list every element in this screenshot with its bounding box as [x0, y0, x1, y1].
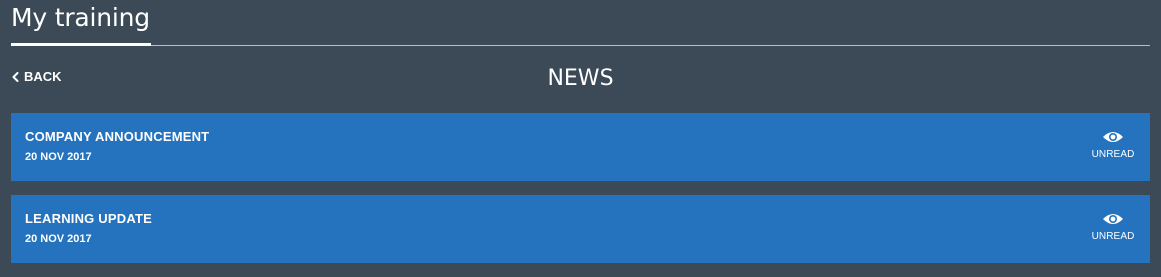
- status-label: UNREAD: [1091, 231, 1135, 242]
- news-list: COMPANY ANNOUNCEMENT 20 NOV 2017 UNREAD …: [11, 113, 1150, 277]
- eye-icon: [1089, 212, 1137, 226]
- news-title: COMPANY ANNOUNCEMENT: [25, 129, 210, 144]
- news-date: 20 NOV 2017: [25, 151, 92, 163]
- page-title: My training: [11, 3, 150, 32]
- header-divider: [11, 45, 1150, 46]
- news-item-company-announcement[interactable]: COMPANY ANNOUNCEMENT 20 NOV 2017 UNREAD: [11, 113, 1150, 181]
- status-label: UNREAD: [1091, 149, 1135, 160]
- page-header: My training: [11, 0, 1150, 47]
- title-underline: [11, 43, 151, 46]
- news-date: 20 NOV 2017: [25, 233, 92, 245]
- read-status: UNREAD: [1089, 130, 1137, 160]
- read-status: UNREAD: [1089, 212, 1137, 242]
- news-title: LEARNING UPDATE: [25, 211, 152, 226]
- section-title: NEWS: [547, 66, 614, 91]
- eye-icon: [1089, 130, 1137, 144]
- news-item-learning-update[interactable]: LEARNING UPDATE 20 NOV 2017 UNREAD: [11, 195, 1150, 263]
